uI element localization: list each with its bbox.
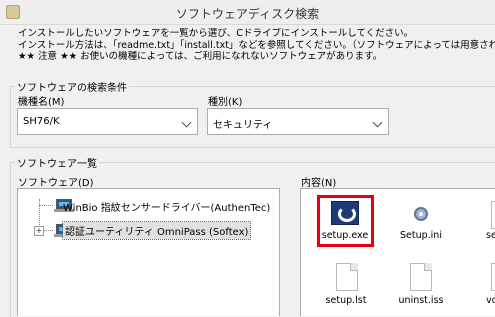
contents-label: 内容(N) bbox=[301, 178, 337, 189]
file-name: setup.lst bbox=[325, 295, 367, 306]
instruction-line-1: インストールしたいソフトウェアを一覧から選び、Cドライブにインストールしてくださ… bbox=[18, 28, 414, 39]
tree-connector bbox=[39, 205, 53, 206]
file-name: vcred bbox=[486, 295, 495, 306]
title-bar: ソフトウェアディスク検索 bbox=[0, 0, 495, 25]
software-list-label: ソフトウェア一覧 bbox=[15, 155, 99, 170]
category-label: 種別(K) bbox=[208, 97, 243, 108]
file-setup-exe[interactable]: setup.exe bbox=[301, 189, 374, 259]
instruction-line-2: インストール方法は、「readme.txt」「install.txt」などを参照… bbox=[18, 39, 495, 51]
model-label: 機種名(M) bbox=[18, 97, 65, 108]
window-title: ソフトウェアディスク検索 bbox=[175, 7, 320, 21]
category-select[interactable]: セキュリティ bbox=[207, 108, 389, 135]
search-conditions-label: ソフトウェアの検索条件 bbox=[15, 79, 129, 94]
chevron-down-icon bbox=[372, 117, 383, 128]
settings-file-icon bbox=[410, 201, 432, 229]
model-select[interactable]: SH76/K bbox=[17, 108, 198, 135]
tree-item-winbio[interactable]: WinBio 指紋センサードライバー(AuthenTec) bbox=[63, 199, 270, 214]
document-icon bbox=[491, 263, 495, 291]
installer-icon bbox=[331, 201, 359, 225]
file-name: Setup.ini bbox=[400, 230, 442, 241]
file-vcredist[interactable]: vcred bbox=[471, 259, 495, 316]
tree-item-omnipass[interactable]: 認証ユーティリティ OmniPass (Softex) bbox=[61, 221, 252, 240]
software-tree[interactable]: WinBio 指紋センサードライバー(AuthenTec) + 認証ユーティリテ… bbox=[17, 188, 280, 316]
tree-connector bbox=[43, 230, 53, 231]
document-icon bbox=[491, 201, 495, 229]
software-tree-label: ソフトウェア(D) bbox=[18, 178, 94, 189]
file-name: se bbox=[486, 230, 495, 241]
file-name: uninst.iss bbox=[398, 295, 444, 306]
instruction-line-3: ★★ 注意 ★★ お使いの機種によっては、ご利用になれないソフトウェアがあります… bbox=[18, 51, 383, 62]
file-setup-lst[interactable]: setup.lst bbox=[301, 259, 371, 316]
expand-icon[interactable]: + bbox=[34, 226, 44, 236]
file-partial-right[interactable]: se bbox=[471, 189, 495, 259]
category-select-value: セキュリティ bbox=[213, 120, 273, 131]
model-select-value: SH76/K bbox=[23, 116, 60, 127]
contents-view[interactable]: setup.exe Setup.ini se setup.lst uninst.… bbox=[300, 188, 495, 316]
file-uninst-iss[interactable]: uninst.iss bbox=[386, 259, 456, 316]
file-name: setup.exe bbox=[321, 230, 369, 241]
file-setup-ini[interactable]: Setup.ini bbox=[386, 189, 456, 259]
chevron-down-icon bbox=[181, 117, 192, 128]
document-icon bbox=[410, 263, 432, 291]
instructions: インストールしたいソフトウェアを一覧から選び、Cドライブにインストールしてくださ… bbox=[18, 28, 495, 63]
document-icon bbox=[336, 263, 358, 291]
